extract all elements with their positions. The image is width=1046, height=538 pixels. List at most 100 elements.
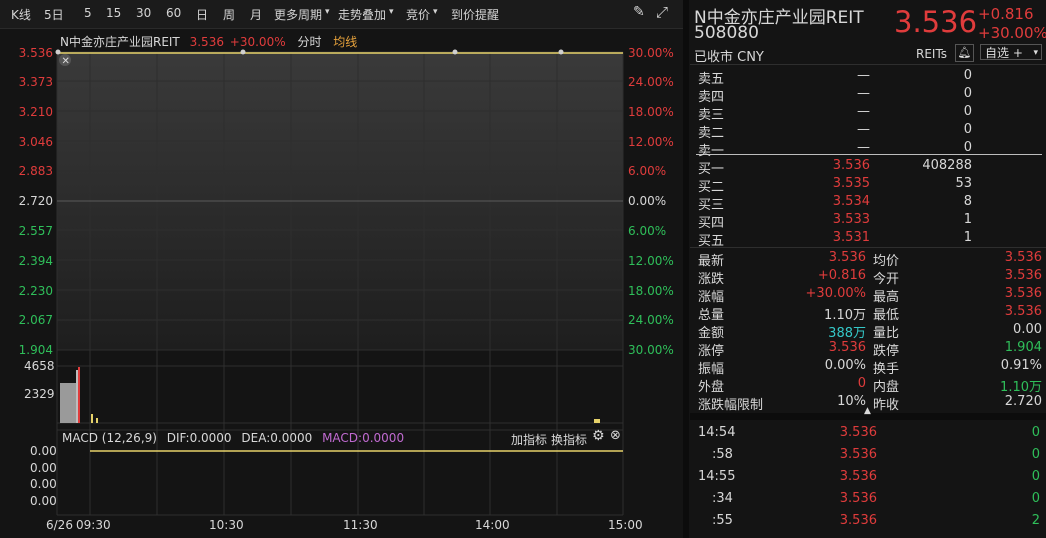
event-marker [452, 49, 458, 55]
divider [690, 247, 1046, 248]
stat-value: 0.00% [824, 358, 866, 373]
pct-tick: 0.00% [628, 194, 667, 208]
volume-bar [96, 418, 98, 423]
macd-header: MACD (12,26,9) DIF:0.0000 DEA:0.0000 MAC… [62, 431, 404, 445]
vol-tick: 4658 [24, 359, 55, 373]
date-label: 6/26 [46, 518, 73, 532]
stat-label: 换手 [873, 362, 900, 377]
watchlist-button[interactable]: 自选 + ▾ [980, 44, 1042, 60]
stat-label: 最低 [873, 308, 900, 323]
stat-value: 0.91% [1000, 358, 1042, 373]
ask-price: — [857, 140, 870, 155]
pct-tick: 18.00% [628, 284, 674, 298]
chevron-down-icon: ▾ [1033, 48, 1038, 58]
stat-value: 3.536 [1004, 268, 1042, 283]
bid-price: 3.536 [832, 158, 870, 173]
bid-level-label: 买四 [698, 216, 725, 231]
stat-label: 今开 [873, 272, 900, 287]
tick-time: :58 [712, 447, 733, 462]
quote-change: +0.816 [978, 5, 1034, 23]
event-marker [240, 49, 246, 55]
stat-value: 3.536 [1004, 304, 1042, 319]
panel-divider[interactable] [683, 0, 689, 538]
stat-value: +30.00% [805, 286, 866, 301]
close-icon[interactable]: ⊗ [610, 428, 621, 443]
bid-price: 3.533 [832, 212, 870, 227]
tick-price: 3.536 [839, 469, 877, 484]
time-tick: 11:30 [343, 518, 378, 532]
gear-icon[interactable]: ⚙ [592, 428, 605, 444]
ask-volume: 0 [963, 86, 972, 101]
price-tick: 2.883 [18, 164, 53, 178]
bid-price: 3.534 [832, 194, 870, 209]
bid-level-label: 买五 [698, 234, 725, 249]
stat-label: 内盘 [873, 380, 900, 395]
stat-value: 3.536 [828, 250, 866, 265]
stat-label: 昨收 [873, 398, 900, 413]
stat-value: 10% [837, 394, 866, 409]
time-tick: 09:30 [76, 518, 111, 532]
tick-price: 3.536 [839, 491, 877, 506]
price-tick: 2.720 [18, 194, 53, 208]
ask-volume: 0 [963, 104, 972, 119]
market-status: 已收市 CNY [694, 50, 764, 65]
price-tick: 2.394 [18, 254, 53, 268]
pct-tick: 30.00% [628, 343, 674, 357]
tick-time: 14:55 [698, 469, 736, 484]
macd-tick: 0.00 [30, 461, 57, 475]
ask-level-label: 卖一 [698, 144, 725, 159]
tick-volume: 0 [1031, 425, 1040, 440]
stat-label: 涨跌幅限制 [698, 398, 764, 413]
price-tick: 3.210 [18, 105, 53, 119]
stat-label: 跌停 [873, 344, 900, 359]
bid-volume: 8 [963, 194, 972, 209]
bid-volume: 53 [955, 176, 972, 191]
dif-value: DIF:0.0000 [166, 431, 232, 445]
pct-tick: 30.00% [628, 46, 674, 60]
price-tick: 3.046 [18, 135, 53, 149]
add-indicator-button[interactable]: 加指标 [511, 431, 547, 448]
event-marker [558, 49, 564, 55]
quote-panel: N中金亦庄产业园REIT 508080 3.536 +0.816 +30.00%… [690, 0, 1046, 538]
macd-value: MACD:0.0000 [322, 431, 405, 445]
watchlist-label: 自选 + [985, 46, 1023, 60]
time-tick: 10:30 [209, 518, 244, 532]
tick-price: 3.536 [839, 425, 877, 440]
svg-text:✕: ✕ [62, 56, 70, 67]
pct-tick: 12.00% [628, 254, 674, 268]
price-tick: 3.373 [18, 75, 53, 89]
bid-level-label: 买三 [698, 198, 725, 213]
ask-price: — [857, 86, 870, 101]
bell-icon[interactable]: 🔔︎ [955, 44, 974, 62]
tick-price: 3.536 [839, 513, 877, 528]
bid-volume: 1 [963, 212, 972, 227]
tick-volume: 0 [1031, 491, 1040, 506]
ask-level-label: 卖三 [698, 108, 725, 123]
pct-tick: 6.00% [628, 224, 667, 238]
stat-value: 1.904 [1004, 340, 1042, 355]
stat-label: 振幅 [698, 362, 725, 377]
pct-tick: 6.00% [628, 164, 667, 178]
quote-price: 3.536 [894, 5, 978, 39]
ask-level-label: 卖五 [698, 72, 725, 87]
swap-indicator-button[interactable]: 换指标 [551, 431, 587, 448]
tick-volume: 0 [1031, 447, 1040, 462]
stat-label: 涨跌 [698, 272, 725, 287]
bid-price: 3.535 [832, 176, 870, 191]
event-marker [55, 49, 61, 55]
ask-level-label: 卖四 [698, 90, 725, 105]
chart-grid-svg: ✕ [55, 49, 624, 516]
ask-volume: 0 [963, 140, 972, 155]
stat-label: 涨幅 [698, 290, 725, 305]
stat-label: 涨停 [698, 344, 725, 359]
stat-label: 均价 [873, 254, 900, 269]
bid-level-label: 买二 [698, 180, 725, 195]
ask-price: — [857, 68, 870, 83]
time-tick: 15:00 [608, 518, 643, 532]
security-type: REITs [916, 47, 948, 61]
price-tick: 2.557 [18, 224, 53, 238]
stat-value: 3.536 [828, 340, 866, 355]
volume-bar [76, 370, 78, 423]
vol-tick: 2329 [24, 387, 55, 401]
stat-value: 0.00 [1013, 322, 1042, 337]
